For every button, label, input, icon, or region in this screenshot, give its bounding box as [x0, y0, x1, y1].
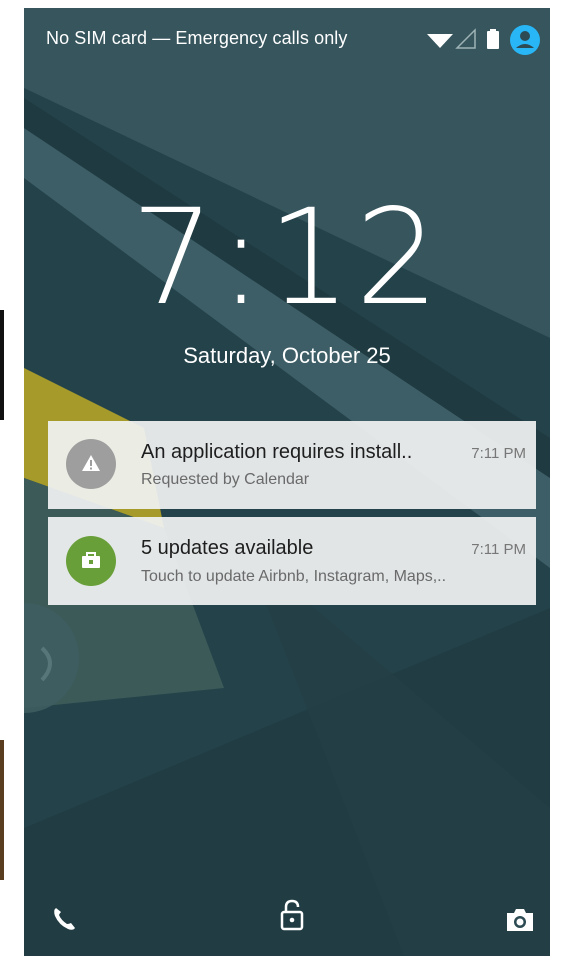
notification-time: 7:11 PM [471, 541, 526, 558]
warning-icon [82, 455, 100, 471]
store-update-icon [82, 552, 100, 568]
notification-icon-circle [66, 439, 116, 489]
phone-icon[interactable] [50, 904, 80, 939]
status-icons [400, 22, 550, 56]
lockscreen-date: Saturday, October 25 [183, 343, 391, 368]
signal-icon [455, 28, 476, 49]
user-account-icon[interactable] [510, 25, 540, 55]
notification-card[interactable]: An application requires install.. 7:11 P… [48, 421, 536, 509]
wifi-icon [427, 34, 453, 48]
lock-screen: No SIM card — Emergency calls only 7:12 … [24, 8, 550, 956]
battery-icon [487, 29, 499, 49]
camera-icon[interactable] [504, 906, 536, 939]
notification-subtitle: Requested by Calendar [141, 471, 310, 488]
notification-title: An application requires install.. [141, 441, 413, 463]
carrier-status-text: No SIM card — Emergency calls only [46, 28, 348, 48]
unlock-icon[interactable] [278, 898, 306, 937]
outer-background [0, 0, 24, 957]
outer-edge-block [0, 310, 4, 420]
outer-edge-block [0, 740, 4, 880]
notification-icon-circle [66, 536, 116, 586]
notification-title: 5 updates available [141, 537, 314, 559]
notification-card[interactable]: 5 updates available 7:11 PM Touch to upd… [48, 517, 536, 605]
notification-time: 7:11 PM [471, 445, 526, 462]
lockscreen-clock: 7:12 [130, 181, 444, 335]
status-bar[interactable]: No SIM card — Emergency calls only [24, 8, 550, 70]
notification-subtitle: Touch to update Airbnb, Instagram, Maps,… [141, 568, 447, 585]
